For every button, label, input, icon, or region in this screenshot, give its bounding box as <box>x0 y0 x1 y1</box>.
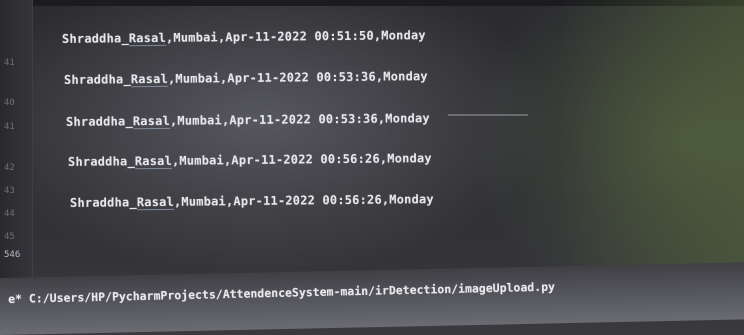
record-rest: ,Mumbai,Apr-11-2022 00:56:26,Monday <box>173 192 434 209</box>
monitor-photo: 41 40 41 42 43 44 45 546 Shraddha_Rasal,… <box>0 0 744 335</box>
line-number-gutter: 41 40 41 42 43 44 45 546 <box>0 0 33 290</box>
record-rest: ,Mumbai,Apr-11-2022 00:53:36,Monday <box>167 69 428 86</box>
line-number: 45 <box>4 232 15 242</box>
misspelled-word: Rasal <box>136 194 175 211</box>
screen-reflection <box>560 0 744 280</box>
line-number: 40 <box>4 98 15 108</box>
record-rest: ,Mumbai,Apr-11-2022 00:53:36,Monday <box>169 111 430 128</box>
line-number: 41 <box>4 58 15 68</box>
name-prefix: Shraddha_ <box>61 31 129 46</box>
line-number: 43 <box>4 186 15 196</box>
line-number-current: 546 <box>4 250 21 260</box>
line-number: 41 <box>4 122 15 132</box>
name-prefix: Shraddha_ <box>63 72 131 87</box>
misspelled-word: Rasal <box>130 71 169 88</box>
record-rest: ,Mumbai,Apr-11-2022 00:56:26,Monday <box>171 151 432 168</box>
name-prefix: Shraddha_ <box>69 195 137 210</box>
name-prefix: Shraddha_ <box>67 154 135 169</box>
record-rest: ,Mumbai,Apr-11-2022 00:51:50,Monday <box>165 28 426 45</box>
line-number: 42 <box>4 163 15 173</box>
misspelled-word: Rasal <box>134 153 173 170</box>
glare-streak <box>448 114 528 116</box>
misspelled-word: Rasal <box>128 30 167 47</box>
line-number: 44 <box>4 209 15 219</box>
misspelled-word: Rasal <box>132 113 171 130</box>
name-prefix: Shraddha_ <box>65 114 133 129</box>
